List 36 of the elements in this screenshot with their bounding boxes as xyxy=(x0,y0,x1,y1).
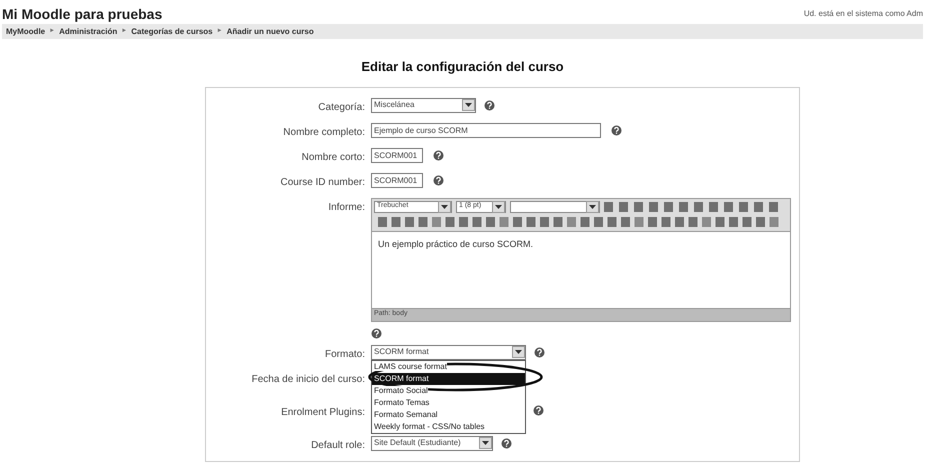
breadcrumb-link[interactable]: MyMoodle xyxy=(6,26,46,38)
editor-content[interactable]: Un ejemplo práctico de curso SCORM. xyxy=(372,230,790,308)
breadcrumb-link[interactable]: Categorías de cursos xyxy=(131,26,213,38)
breadcrumb-link[interactable]: Administración xyxy=(59,26,118,38)
page-heading: Editar la configuración del curso xyxy=(360,58,565,76)
field-label: Categoría: xyxy=(317,100,366,114)
help-icon[interactable] xyxy=(501,438,512,448)
field-label: Nombre completo: xyxy=(282,126,366,140)
dropdown-option[interactable]: Formato Temas xyxy=(372,396,525,408)
help-icon[interactable] xyxy=(533,404,544,416)
field-label: Nombre corto: xyxy=(300,150,366,164)
field-label: Enrolment Plugins: xyxy=(280,406,366,420)
field-label: Default role: xyxy=(310,438,366,452)
text-field[interactable]: SCORM001 xyxy=(371,148,423,162)
field-label: Formato: xyxy=(324,348,366,362)
select-field[interactable]: SCORM format xyxy=(371,344,526,360)
help-icon[interactable] xyxy=(484,100,495,110)
dropdown-option[interactable]: Formato Semanal xyxy=(372,408,525,420)
help-icon[interactable] xyxy=(433,174,444,186)
select-field[interactable]: Miscelánea xyxy=(371,98,476,112)
dropdown-option[interactable]: Formato Social xyxy=(372,384,525,396)
help-icon[interactable] xyxy=(534,346,545,358)
help-icon[interactable] xyxy=(433,150,444,160)
field-label: Fecha de inicio del curso: xyxy=(250,372,366,386)
select-field[interactable]: Site Default (Estudiante) xyxy=(371,436,493,450)
text-field[interactable]: SCORM001 xyxy=(371,172,423,188)
text-field[interactable]: Ejemplo de curso SCORM xyxy=(371,122,601,138)
field-label: Informe: xyxy=(327,200,366,214)
help-icon[interactable] xyxy=(371,328,382,338)
login-info: Ud. está en el sistema como Adm xyxy=(804,8,923,20)
dropdown-option[interactable]: LAMS course format xyxy=(372,360,525,372)
help-icon[interactable] xyxy=(611,124,622,136)
field-label: Course ID number: xyxy=(280,176,366,190)
breadcrumb-link[interactable]: Añadir un nuevo curso xyxy=(226,26,314,38)
dropdown-option[interactable]: SCORM format xyxy=(372,372,525,384)
site-title: Mi Moodle para pruebas xyxy=(2,4,162,24)
